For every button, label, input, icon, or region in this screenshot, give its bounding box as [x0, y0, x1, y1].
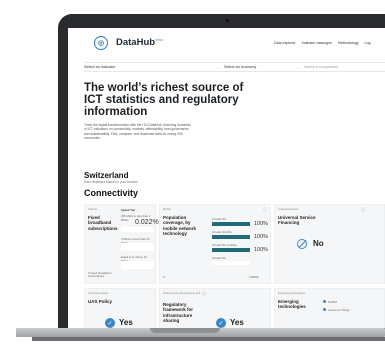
nav-indicator-catalogue[interactable]: Indicator catalogue [302, 41, 332, 45]
laptop-base [0, 328, 385, 352]
country-name: Switzerland [84, 171, 129, 180]
nav-data-explorer[interactable]: Data explorer [274, 41, 296, 45]
laptop-screen: ◎ DataHubbeta Data explorer Indicator ca… [68, 28, 385, 328]
card-uas-policy[interactable]: Universal access UAS Policy ✓ Yes [84, 288, 156, 328]
check-icon: ✓ [216, 318, 226, 328]
economy-select[interactable]: Select an economy → [224, 65, 304, 70]
check-icon: ✓ [105, 318, 115, 328]
card-title: Universal Service Financing [278, 215, 316, 226]
selector-bar: Select an indicator → Select an economy … [84, 62, 385, 72]
list-bullet [323, 308, 326, 311]
stage: ◎ DataHubbeta Data explorer Indicator ca… [0, 0, 385, 352]
card-title: Fixed broadband subscriptions [88, 215, 118, 231]
itu-logo-icon[interactable]: ◎ [94, 36, 108, 50]
coverage-bar-5g-mobile [212, 248, 250, 252]
fixed-broadband-value: 0.022% [135, 219, 159, 226]
card-regulatory-framework[interactable]: Infrastructure development and ... ⓘ Reg… [159, 288, 271, 328]
card-title: Population coverage, by mobile network t… [163, 215, 197, 237]
arrow-right-icon: → [216, 64, 220, 70]
regulatory-framework-answer: Yes [230, 318, 244, 327]
card-emerging-technologies[interactable]: Emerging technologies Emerging technolog… [274, 288, 385, 328]
uas-policy-answer: Yes [119, 318, 133, 327]
coverage-bar-3g [212, 222, 250, 226]
universal-service-answer: No [313, 239, 324, 248]
arrow-right-icon: → [296, 64, 300, 70]
card-title: Regulatory framework for infrastructure … [163, 302, 194, 324]
more-link[interactable]: ↑ MORE [248, 275, 259, 279]
info-icon[interactable]: ⓘ [361, 207, 365, 213]
info-icon[interactable]: ⓘ [202, 291, 206, 297]
no-icon [297, 239, 307, 249]
card-population-coverage[interactable]: Mobile ⓘ Population coverage, by mobile … [159, 204, 271, 284]
coverage-bar-5g [212, 261, 250, 265]
card-title: Emerging technologies [278, 299, 306, 310]
hero-description: Track the digital transformation with th… [84, 123, 191, 140]
emerging-item: 5G/IMT [328, 300, 338, 304]
country-subtitle: Data displayed based on your location [84, 180, 139, 184]
main-nav: Data explorer Indicator catalogue Method… [274, 41, 371, 45]
emerging-item: Internet of Things [328, 308, 350, 312]
section-title: Connectivity [84, 188, 139, 198]
list-bullet [323, 300, 326, 303]
camera-icon [226, 19, 229, 22]
indicator-select[interactable]: Select an indicator → [84, 65, 224, 70]
nav-methodology[interactable]: Methodology [338, 41, 359, 45]
card-title: UAS Policy [88, 299, 113, 304]
comparison-select[interactable]: Select a comparison [304, 65, 364, 69]
coverage-bar-4g [212, 235, 250, 239]
nav-login[interactable]: Log [365, 41, 371, 45]
card-universal-service[interactable]: Universal access ⓘ Universal Service Fin… [274, 204, 385, 284]
hero-title: The world’s richest source of ICT statis… [84, 82, 244, 119]
info-icon[interactable]: ⓘ [263, 207, 267, 213]
brand-name[interactable]: DataHubbeta [116, 37, 163, 48]
card-fixed-broadband[interactable]: Internet Fixed broadband subscriptions S… [84, 204, 159, 284]
